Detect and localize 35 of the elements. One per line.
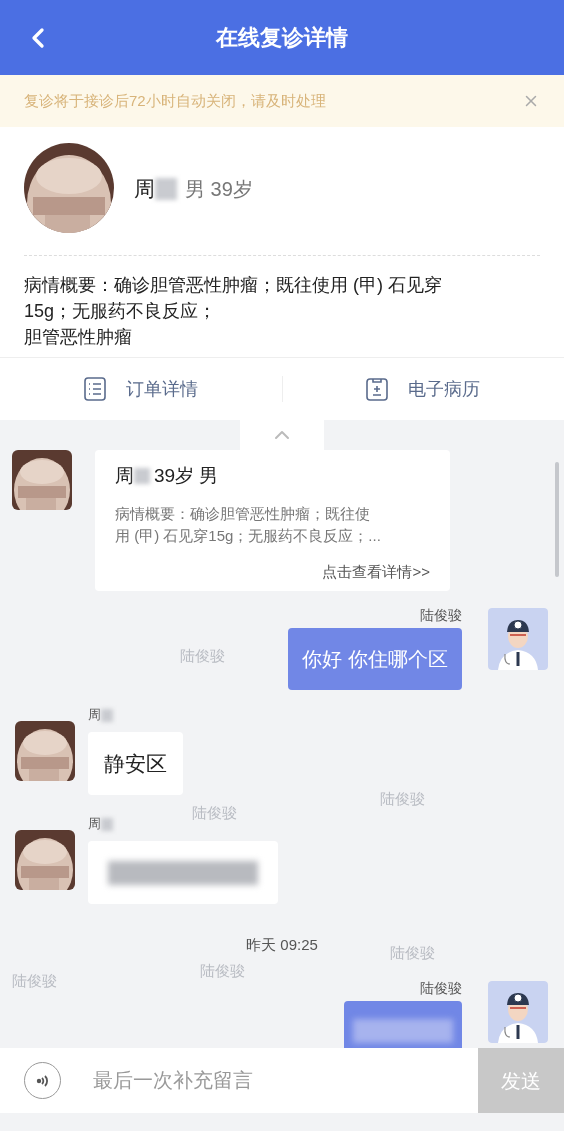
patient-name: 周 <box>134 176 155 202</box>
page-title: 在线复诊详情 <box>216 24 348 52</box>
medical-record-icon <box>366 377 389 401</box>
case-summary: 病情概要：确诊胆管恶性肿瘤；既往使 用 (甲) 石见穿15g；无服药不良反应；... <box>115 503 382 546</box>
patient-name: 周 <box>115 464 134 488</box>
view-details-link[interactable]: 点击查看详情>> <box>322 560 430 583</box>
sender-name: 陆俊骏 <box>420 978 462 997</box>
watermark-text: 陆俊骏 <box>180 646 225 666</box>
sender-name: 陆俊骏 <box>420 606 462 624</box>
detail-tab[interactable]: 订单详情 <box>0 375 282 403</box>
list-icon <box>83 377 106 401</box>
patient-info: 男 39岁 <box>185 176 253 202</box>
watermark-text: 陆俊骏 <box>380 789 425 809</box>
timestamp: 昨天 09:25 <box>246 935 318 955</box>
detail-tab[interactable]: 电子病历 <box>282 375 564 403</box>
redacted-name <box>101 708 113 722</box>
patient-info-card[interactable]: 周 39岁 男 病情概要：确诊胆管恶性肿瘤；既往使 用 (甲) 石见穿15g；无服药不良反应；... 点击查看详情>> <box>95 450 450 591</box>
notice-text: 复诊将于接诊后72小时自动关闭，请及时处理 <box>24 90 326 111</box>
watermark-text: 陆俊骏 <box>390 943 435 963</box>
redacted-name <box>155 177 177 200</box>
sender-name: 周 <box>88 815 101 833</box>
watermark-text: 陆俊骏 <box>12 971 57 991</box>
message-input[interactable]: 最后一次补充留言 <box>93 1048 478 1113</box>
message-bubble: 你好 你住哪个区 <box>288 628 462 690</box>
sender-name: 周 <box>88 706 101 724</box>
redacted-name <box>134 468 150 485</box>
redacted-name <box>101 817 113 831</box>
doctor-avatar <box>488 980 548 1043</box>
sound-icon <box>34 1072 51 1089</box>
message-bubble: 静安区 <box>88 732 183 795</box>
case-summary: 病情概要：确诊胆管恶性肿瘤；既往使用 (甲) 石见穿 15g；无服药不良反应； 胆管恶性肿瘤 <box>24 274 443 349</box>
patient-info: 39岁 男 <box>154 464 219 488</box>
doctor-avatar <box>488 608 548 670</box>
watermark-text: 陆俊骏 <box>200 961 245 981</box>
watermark-text: 陆俊骏 <box>192 803 237 823</box>
